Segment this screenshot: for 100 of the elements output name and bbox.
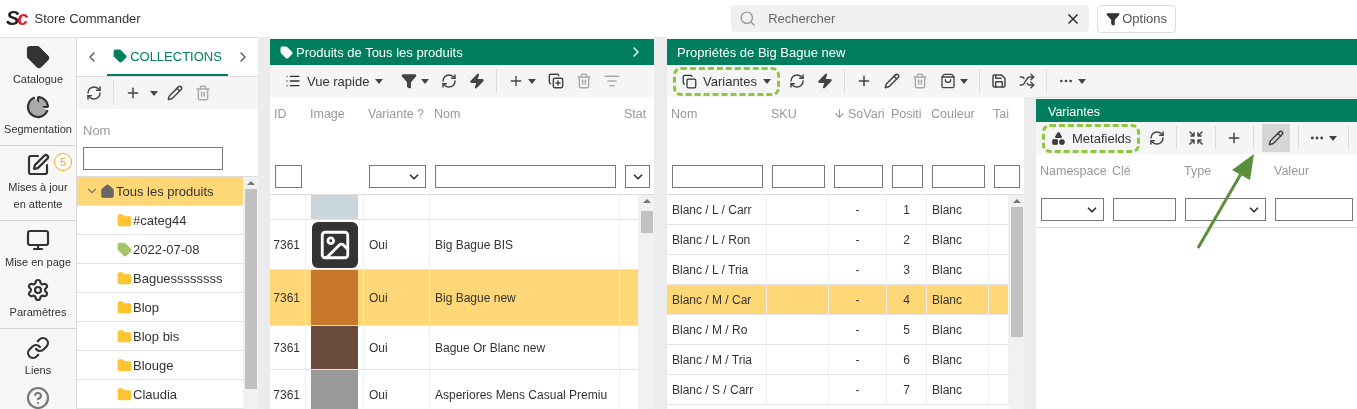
filter-input[interactable]: [672, 165, 763, 188]
view-dropdown[interactable]: Metafields: [1042, 123, 1141, 153]
shuffle-icon: [1018, 73, 1035, 89]
filter-input[interactable]: [932, 165, 985, 188]
nav-item[interactable]: Liens: [0, 333, 76, 383]
filter-input[interactable]: [1275, 198, 1353, 221]
column-header: ID: [274, 107, 287, 121]
nav-item[interactable]: Mises à jour en attente 5: [0, 150, 76, 216]
filter-select[interactable]: [625, 165, 650, 188]
plus-icon: [125, 85, 141, 101]
table-cell: Blanc / L / Tria: [672, 262, 749, 277]
table-cell: -: [855, 202, 860, 217]
list-icon: [285, 73, 301, 89]
caret-icon: [421, 78, 430, 84]
table-row[interactable]: Blanc / L / Ron - 2 Blanc: [667, 225, 1009, 255]
tag-icon: [117, 241, 132, 257]
nav-item[interactable]: Paramètres: [0, 274, 76, 324]
table-cell: 4: [903, 292, 910, 307]
table-cell: Blanc / M / Car: [672, 292, 752, 307]
table-cell: 5: [903, 322, 910, 337]
search-field[interactable]: Rechercher: [731, 5, 1090, 32]
filter-input[interactable]: [892, 165, 923, 188]
shopping-bag-icon: [939, 73, 956, 89]
panel-title: Propriétés de Big Bague new: [677, 44, 847, 60]
nav-item[interactable]: Catalogue: [0, 42, 76, 92]
table-row[interactable]: Blanc / M / Ro - 5 Blanc: [667, 315, 1009, 345]
table-row[interactable]: Blanc / M / Tria - 6 Blanc: [667, 345, 1009, 375]
toolbar-button[interactable]: [1261, 124, 1290, 152]
table-row[interactable]: Blanc / L / Tria - 3 Blanc: [667, 255, 1009, 285]
options-button[interactable]: Options: [1097, 4, 1176, 33]
nav-item[interactable]: Segmentation: [0, 91, 76, 141]
photo-placeholder: [311, 326, 358, 369]
caret-icon: [1077, 78, 1086, 84]
link-icon: [26, 336, 50, 360]
caret-icon: [150, 90, 158, 96]
filter-select[interactable]: [369, 165, 426, 188]
table-cell: Bague Or Blanc new: [435, 340, 546, 355]
table-cell: 2: [903, 232, 910, 247]
table-row[interactable]: Blanc / L / Carr - 1 Blanc: [667, 195, 1009, 225]
search-input[interactable]: Rechercher: [766, 10, 1056, 27]
table-cell: -: [855, 352, 860, 367]
table-cell: Oui: [369, 340, 388, 355]
table-row[interactable]: 7361 Oui Bague Or Blanc new: [270, 326, 639, 370]
table-cell: Blanc / M / Tria: [672, 352, 753, 367]
tree-item[interactable]: Tous les produits: [77, 177, 243, 206]
filter-icon: [401, 73, 418, 89]
app-title: Store Commander: [34, 11, 141, 26]
logo: Sc: [6, 7, 27, 30]
column-header: Nom: [83, 123, 111, 138]
nav-item[interactable]: Mise en page: [0, 225, 76, 275]
filter-input[interactable]: [435, 165, 616, 188]
tag-icon: [26, 45, 50, 69]
search-icon: [739, 10, 757, 27]
filter-select[interactable]: [1041, 198, 1104, 221]
tag-icon: [113, 49, 128, 63]
pencil-icon: [883, 73, 900, 89]
refresh-icon: [441, 73, 458, 89]
edit-icon: [26, 153, 50, 177]
table-row[interactable]: Blanc / M / Car - 4 Blanc: [667, 285, 1009, 315]
table-row[interactable]: Blanc / S / Carr - 7 Blanc: [667, 375, 1009, 405]
filter-select[interactable]: [1185, 198, 1266, 221]
photo-placeholder: [311, 195, 358, 219]
table-cell: -: [855, 292, 860, 307]
table-cell: 7361: [273, 340, 300, 355]
table-row[interactable]: 7361 Oui Big Bague new: [270, 270, 639, 326]
scrollbar[interactable]: [243, 177, 258, 409]
table-cell: -: [855, 232, 860, 247]
filter-input[interactable]: [1113, 198, 1176, 221]
table-cell: 7: [903, 382, 910, 397]
filter-input[interactable]: [994, 165, 1020, 188]
caret-icon: [762, 78, 771, 84]
collapse-icon: [1187, 130, 1204, 146]
refresh-icon: [86, 85, 102, 101]
folder-icon: [117, 357, 132, 373]
scrollbar[interactable]: [639, 195, 654, 409]
filter-input[interactable]: [275, 165, 302, 188]
pie-chart-icon: [26, 94, 50, 119]
table-cell: 3: [903, 262, 910, 277]
filter-input[interactable]: [83, 147, 223, 170]
tag-icon: [280, 45, 293, 59]
settings-icon: [26, 277, 50, 302]
folder-icon: [117, 212, 132, 228]
column-header: Variante ?: [368, 107, 425, 121]
pencil-icon: [1267, 130, 1284, 146]
scrollbar[interactable]: [1009, 195, 1024, 409]
filter-input[interactable]: [772, 165, 825, 188]
table-cell: 1: [903, 202, 910, 217]
photo-placeholder: [311, 270, 358, 325]
trash-icon: [195, 85, 211, 101]
column-header: Nom: [434, 107, 461, 121]
lightning-icon: [469, 73, 486, 89]
table-row[interactable]: 7361 Oui Big Bague BIS: [270, 220, 639, 270]
column-header: Namespace: [1040, 164, 1107, 178]
pencil-icon: [167, 85, 183, 101]
count-badge: 5: [54, 153, 72, 171]
filter-input[interactable]: [834, 165, 883, 188]
caret-icon: [375, 78, 384, 84]
table-cell: 7361: [273, 387, 300, 402]
table-cell: Blanc: [932, 382, 963, 397]
table-row[interactable]: 7361 Oui Asperiores Mens Casual Premiu: [270, 370, 639, 409]
